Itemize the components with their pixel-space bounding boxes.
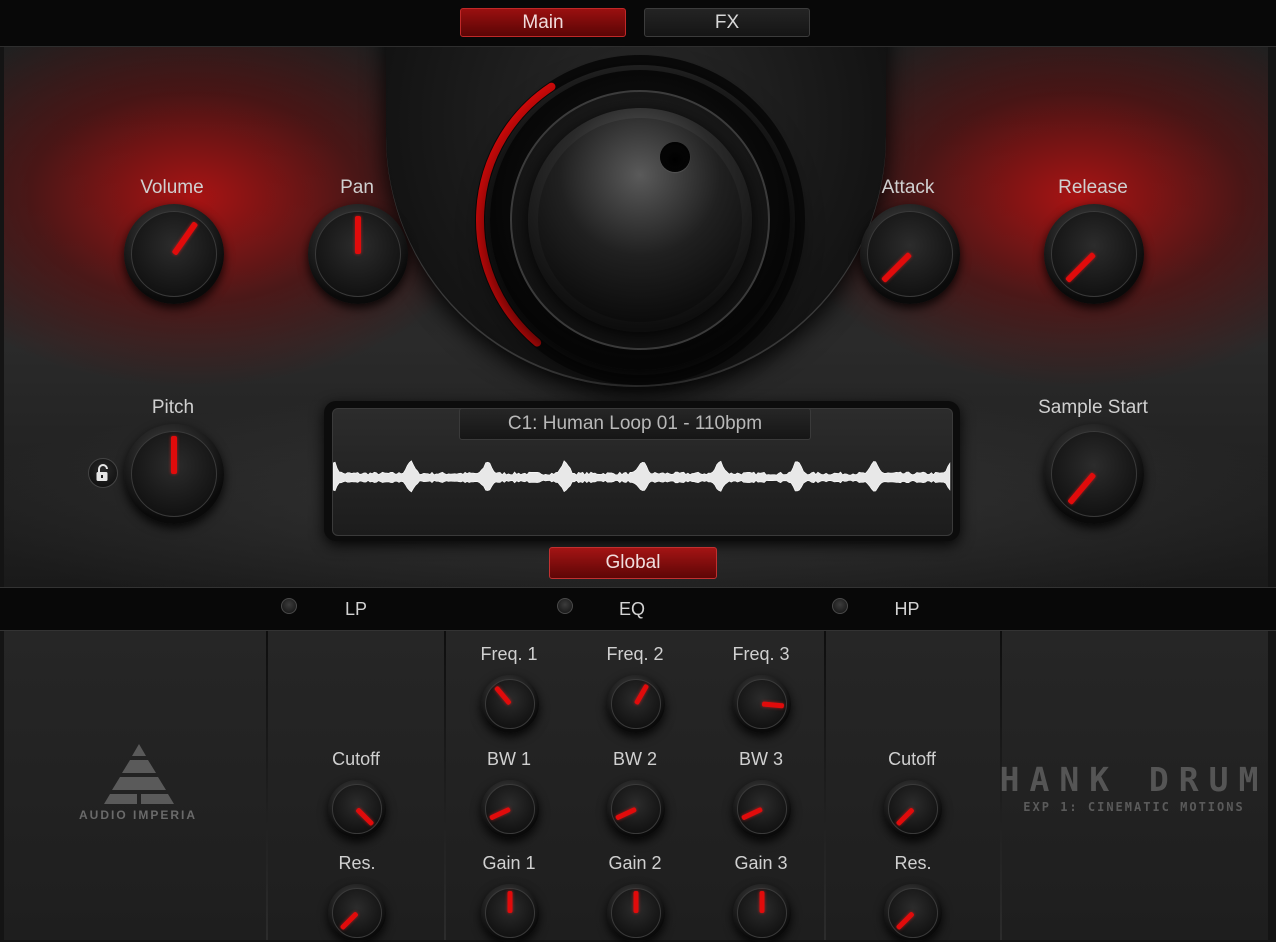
eq-freq2-label: Freq. 2 xyxy=(606,644,664,664)
waveform xyxy=(333,460,951,493)
lp-res-knob[interactable] xyxy=(328,884,386,942)
eq-freq3-knob[interactable] xyxy=(733,675,791,733)
eq-enable-led[interactable] xyxy=(557,598,573,614)
lp-cutoff-knob[interactable] xyxy=(328,780,386,838)
attack-knob[interactable] xyxy=(860,204,960,304)
eq-bw3-knob[interactable] xyxy=(733,780,791,838)
tab-fx[interactable]: FX xyxy=(644,8,810,37)
lp-enable-led[interactable] xyxy=(281,598,297,614)
eq-bw3-label: BW 3 xyxy=(738,749,784,769)
hp-cutoff-knob[interactable] xyxy=(884,780,942,838)
eq-freq1-label: Freq. 1 xyxy=(480,644,538,664)
hp-res-label: Res. xyxy=(894,853,932,873)
lp-res-label: Res. xyxy=(338,853,376,873)
eq-gain3-label: Gain 3 xyxy=(734,853,788,873)
pitch-lock-button[interactable] xyxy=(88,458,118,488)
sample-start-knob[interactable] xyxy=(1044,424,1144,524)
top-tab-bar: Main FX xyxy=(0,0,1276,47)
eq-gain1-knob[interactable] xyxy=(481,884,539,942)
eq-bw1-label: BW 1 xyxy=(486,749,532,769)
sample-start-label: Sample Start xyxy=(1038,397,1148,418)
hp-enable-led[interactable] xyxy=(832,598,848,614)
unlock-icon xyxy=(96,464,108,481)
eq-gain2-knob[interactable] xyxy=(607,884,665,942)
eq-bw2-knob[interactable] xyxy=(607,780,665,838)
main-macro-knob-wrap xyxy=(470,50,810,390)
panel-divider xyxy=(824,631,826,940)
eq-freq3-label: Freq. 3 xyxy=(732,644,790,664)
global-button[interactable]: Global xyxy=(549,547,717,579)
panel-divider xyxy=(266,631,268,940)
hp-res-knob[interactable] xyxy=(884,884,942,942)
lp-cutoff-label: Cutoff xyxy=(332,749,380,769)
macro-knob-indicator-dot xyxy=(660,142,690,172)
tab-main[interactable]: Main xyxy=(460,8,626,37)
hp-cutoff-label: Cutoff xyxy=(888,749,936,769)
release-label: Release xyxy=(1058,177,1128,198)
eq-gain1-label: Gain 1 xyxy=(482,853,536,873)
eq-bw1-knob[interactable] xyxy=(481,780,539,838)
eq-gain2-label: Gain 2 xyxy=(608,853,662,873)
eq-freq1-knob[interactable] xyxy=(481,675,539,733)
lp-section-label: LP xyxy=(344,599,368,619)
product-logo: HANK DRUM xyxy=(999,760,1269,799)
eq-bw2-label: BW 2 xyxy=(612,749,658,769)
release-knob[interactable] xyxy=(1044,204,1144,304)
eq-section-label: EQ xyxy=(618,599,646,619)
pan-label: Pan xyxy=(340,177,374,198)
panel-divider xyxy=(444,631,446,940)
volume-label: Volume xyxy=(140,177,204,198)
pitch-label: Pitch xyxy=(151,397,195,418)
pan-knob[interactable] xyxy=(308,204,408,304)
hp-section-label: HP xyxy=(894,599,920,619)
main-macro-knob[interactable] xyxy=(490,70,790,370)
eq-gain3-knob[interactable] xyxy=(733,884,791,942)
sample-name-display[interactable]: C1: Human Loop 01 - 110bpm xyxy=(459,408,811,440)
pitch-knob[interactable] xyxy=(124,424,224,524)
attack-label: Attack xyxy=(881,177,935,198)
audio-imperia-logo-text: AUDIO IMPERIA xyxy=(78,808,198,822)
eq-freq2-knob[interactable] xyxy=(607,675,665,733)
product-subtitle: EXP 1: CINEMATIC MOTIONS xyxy=(1023,800,1245,814)
instrument-window: Main FX Volume Pan Attack Release Pitch xyxy=(0,0,1276,942)
volume-knob[interactable] xyxy=(124,204,224,304)
